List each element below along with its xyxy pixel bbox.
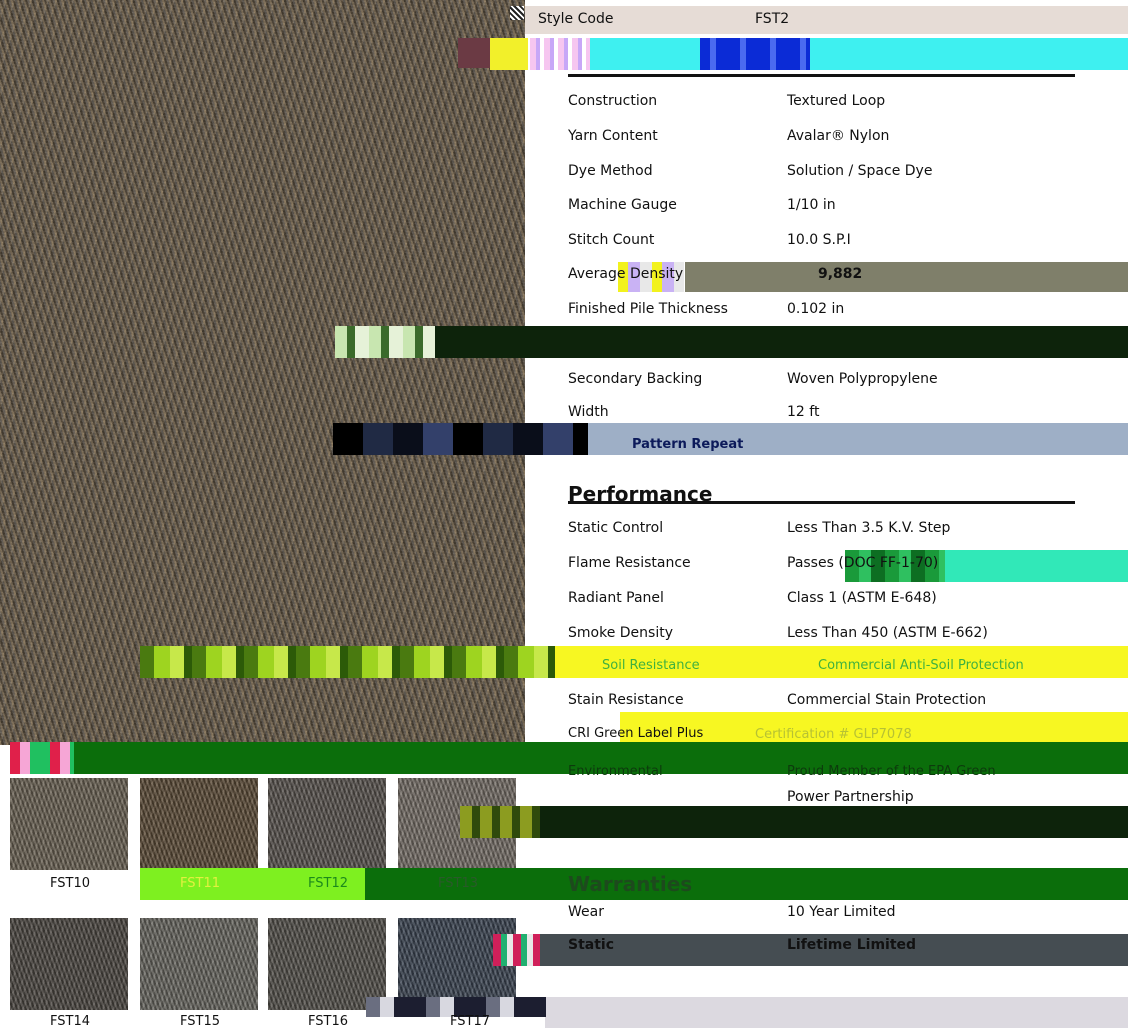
warranties-heading: Warranties xyxy=(568,872,693,896)
glitch-block-yellow xyxy=(490,38,528,70)
spec-label: Stitch Count xyxy=(568,232,655,248)
glitch-band-dark-2 xyxy=(460,806,1128,838)
glitch-band-grey xyxy=(545,997,1128,1028)
swatch-caption: FST11 xyxy=(180,876,220,891)
glitch-block-magenta xyxy=(493,934,540,966)
warranty-label: Static xyxy=(568,937,615,953)
perf-label: Soil Resistance xyxy=(602,658,700,673)
warranty-value: 10 Year Limited xyxy=(787,904,896,920)
spec-value: Avalar® Nylon xyxy=(787,128,890,144)
spec-label: Construction xyxy=(568,93,658,109)
perf-label: Smoke Density xyxy=(568,625,673,641)
spec-value: Woven Polypropylene xyxy=(787,371,938,387)
swatch-caption: FST12 xyxy=(308,876,348,891)
glitch-block-blue xyxy=(700,38,810,70)
swatch-caption: FST17 xyxy=(450,1014,490,1029)
perf-value: Less Than 450 (ASTM E-662) xyxy=(787,625,988,641)
glitch-block-olive xyxy=(460,806,540,838)
spec-value: 0.102 in xyxy=(787,301,845,317)
perf-value: Commercial Stain Protection xyxy=(787,692,987,708)
perf-label: Radiant Panel xyxy=(568,590,664,606)
spec-value: 12 ft xyxy=(787,404,820,420)
perf-label: Environmental xyxy=(568,764,663,779)
perf-label: Flame Resistance xyxy=(568,555,691,571)
specifications-rule xyxy=(568,74,1075,77)
spec-label: Dye Method xyxy=(568,163,653,179)
perf-value: Less Than 3.5 K.V. Step xyxy=(787,520,951,536)
perf-value: Proud Member of the EPA Green xyxy=(787,764,996,779)
warranty-value: Lifetime Limited xyxy=(787,937,917,953)
spec-label: Yarn Content xyxy=(568,128,658,144)
perf-value: Passes (DOC FF-1-70) xyxy=(787,555,939,571)
glitch-band-cyan xyxy=(590,38,1128,70)
spec-label: Finished Pile Thickness xyxy=(568,301,728,317)
performance-rule xyxy=(568,501,1075,504)
swatch-caption: FST16 xyxy=(308,1014,348,1029)
spec-value: 10.0 S.P.I xyxy=(787,232,851,248)
swatch-fst12[interactable] xyxy=(268,778,386,870)
swatch-caption: FST14 xyxy=(50,1014,90,1029)
spec-label: Machine Gauge xyxy=(568,197,677,213)
perf-value: Commercial Anti-Soil Protection xyxy=(818,658,1024,673)
header-band xyxy=(525,6,1128,34)
swatch-caption: FST10 xyxy=(50,876,90,891)
glitch-block-navy xyxy=(333,423,588,455)
spec-label: Average Density xyxy=(568,266,684,282)
perf-value: Certification # GLP7078 xyxy=(755,727,912,742)
glitch-band-olive xyxy=(685,262,1128,292)
spec-value: 1/10 in xyxy=(787,197,836,213)
swatch-caption: FST15 xyxy=(180,1014,220,1029)
perf-value-continued: Power Partnership xyxy=(787,789,914,805)
spec-label: Secondary Backing xyxy=(568,371,703,387)
perf-label: CRI Green Label Plus xyxy=(568,726,704,741)
style-code-label: Style Code xyxy=(538,11,614,27)
glitch-block-maroon xyxy=(458,38,490,68)
perf-value: Class 1 (ASTM E-648) xyxy=(787,590,937,606)
glitch-block-red-pink xyxy=(10,742,74,774)
spec-label: Pattern Repeat xyxy=(632,437,744,452)
perf-label: Static Control xyxy=(568,520,664,536)
glitch-block-light-green xyxy=(335,326,435,358)
perf-label: Stain Resistance xyxy=(568,692,684,708)
spec-value: Textured Loop xyxy=(787,93,886,109)
swatch-fst11[interactable] xyxy=(140,778,258,870)
spec-value: Solution / Space Dye xyxy=(787,163,933,179)
spec-label: Width xyxy=(568,404,609,420)
glitch-block-pink xyxy=(530,38,590,70)
carpet-main-image xyxy=(0,0,525,745)
swatch-fst10[interactable] xyxy=(10,778,128,870)
glitch-band-dark xyxy=(335,326,1128,358)
swatch-fst15[interactable] xyxy=(140,918,258,1010)
swatch-caption: FST13 xyxy=(438,876,478,891)
spec-value: 9,882 xyxy=(818,266,863,282)
style-code-icon xyxy=(510,6,524,20)
swatch-fst14[interactable] xyxy=(10,918,128,1010)
warranty-label: Wear xyxy=(568,904,604,920)
style-code-value: FST2 xyxy=(755,11,790,27)
glitch-block-lime xyxy=(140,646,555,678)
